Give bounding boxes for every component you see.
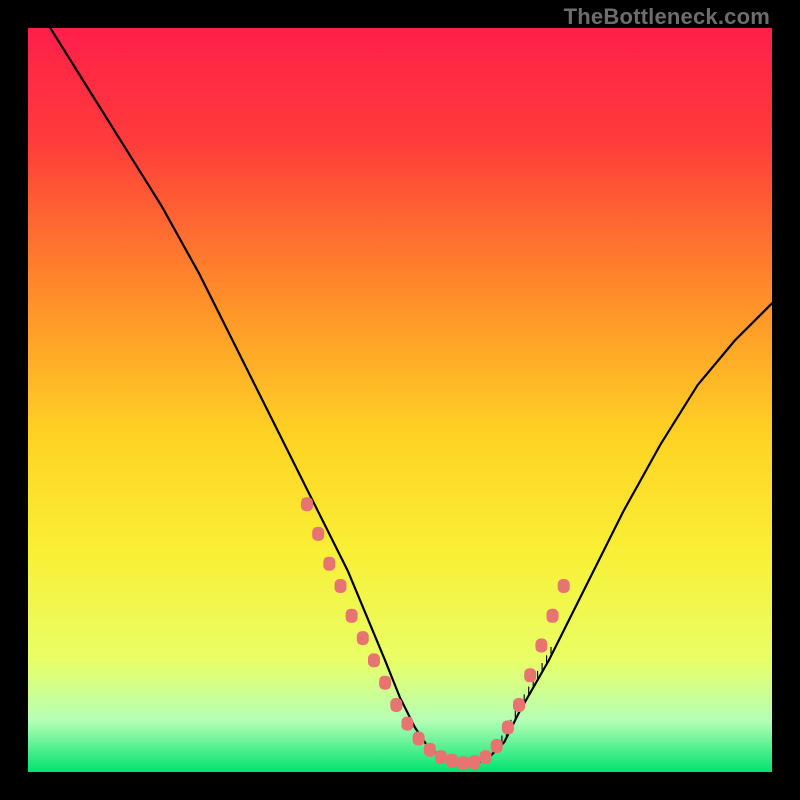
curve-markers (301, 497, 570, 770)
plot-area (28, 28, 772, 772)
chart-svg (28, 28, 772, 772)
bottleneck-curve (50, 28, 772, 765)
watermark-text: TheBottleneck.com (564, 4, 770, 30)
